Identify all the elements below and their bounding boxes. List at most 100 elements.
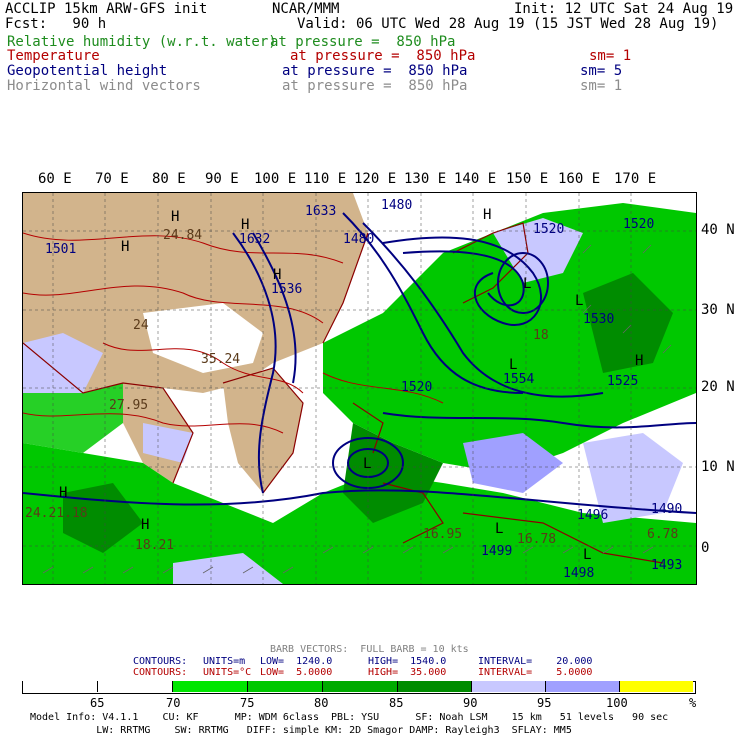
high-pressure-marker: H xyxy=(141,517,149,533)
color-bar-label: 70 xyxy=(166,696,181,710)
height-label: 1536 xyxy=(271,282,302,297)
field-level-geopotential: at pressure = 850 hPa xyxy=(282,63,468,79)
high-pressure-marker: H xyxy=(59,485,67,501)
model-info-line-1: Model Info: V4.1.1 CU: KF MP: WDM 6class… xyxy=(30,712,669,723)
temperature-label: 18 xyxy=(533,328,549,343)
temperature-label: 16.78 xyxy=(517,532,556,547)
lat-label: 10 N xyxy=(701,459,735,475)
lat-label: 40 N xyxy=(701,222,735,238)
low-pressure-marker: L xyxy=(363,456,371,472)
height-label: 1490 xyxy=(651,502,682,517)
contour-high-temperature: HIGH= 35.000 xyxy=(368,667,447,678)
height-label: 1501 xyxy=(45,242,76,257)
contour-low-height: LOW= 1240.0 xyxy=(260,656,333,667)
contour-low-temperature: LOW= 5.0000 xyxy=(260,667,333,678)
color-bar-label: 85 xyxy=(389,696,404,710)
height-label: 1525 xyxy=(607,374,638,389)
barb-vectors-info: BARB VECTORS: FULL BARB = 10 kts xyxy=(270,644,469,655)
color-bar-cell xyxy=(98,681,173,692)
field-name-temperature: Temperature xyxy=(7,48,100,64)
high-pressure-marker: H xyxy=(171,209,179,225)
temperature-label: 6.78 xyxy=(647,527,678,542)
color-bar-cell xyxy=(173,681,248,692)
high-pressure-marker: H xyxy=(635,353,643,369)
color-bar-label: 80 xyxy=(314,696,329,710)
color-bar-cell xyxy=(472,681,546,692)
temperature-label: 24.84 xyxy=(163,228,202,243)
height-label: 1632 xyxy=(239,232,270,247)
height-label: 1498 xyxy=(563,566,594,581)
low-pressure-marker: L xyxy=(509,357,517,373)
low-pressure-marker: L xyxy=(523,276,531,292)
contour-label-temperature: CONTOURS: xyxy=(133,667,188,678)
height-label: 1554 xyxy=(503,372,534,387)
lon-label: 70 E xyxy=(95,171,129,187)
contour-interval-height: INTERVAL= 20.000 xyxy=(478,656,593,667)
lon-label: 160 E xyxy=(558,171,601,187)
lon-label: 90 E xyxy=(205,171,239,187)
field-level-temperature: at pressure = 850 hPa xyxy=(290,48,476,64)
lat-label: 0 xyxy=(701,540,710,556)
height-label: 1499 xyxy=(481,544,512,559)
lat-label: 30 N xyxy=(701,302,735,318)
height-label: 1520 xyxy=(401,380,432,395)
field-smoothing-temperature: sm= 1 xyxy=(589,48,632,64)
valid-time: Valid: 06 UTC Wed 28 Aug 19 (15 JST Wed … xyxy=(297,16,719,32)
contour-units-height: UNITS=m xyxy=(203,656,246,667)
field-name-geopotential: Geopotential height xyxy=(7,63,168,79)
map-canvas: 1633 1480 1632 1501 1480 1536 1520 1520 … xyxy=(23,193,696,584)
high-pressure-marker: H xyxy=(241,217,249,233)
height-label: 1633 xyxy=(305,204,336,219)
temperature-label: 16.95 xyxy=(423,527,462,542)
contour-interval-temperature: INTERVAL= 5.0000 xyxy=(478,667,593,678)
temperature-label: 24.21.18 xyxy=(25,506,88,521)
height-label: 1480 xyxy=(381,198,412,213)
temperature-label: 27.95 xyxy=(109,398,148,413)
contour-high-height: HIGH= 1540.0 xyxy=(368,656,447,667)
height-label: 1520 xyxy=(623,217,654,232)
low-pressure-marker: L xyxy=(583,547,591,563)
field-name-rh: Relative humidity (w.r.t. water) xyxy=(7,34,277,50)
weather-map: 1633 1480 1632 1501 1480 1536 1520 1520 … xyxy=(22,192,697,585)
low-pressure-marker: L xyxy=(575,293,583,309)
height-label: 1496 xyxy=(577,508,608,523)
forecast-hour: Fcst: 90 h xyxy=(5,16,107,32)
color-bar-label: 90 xyxy=(463,696,478,710)
field-level-wind: at pressure = 850 hPa xyxy=(282,78,468,94)
init-time: Init: 12 UTC Sat 24 Aug 19 xyxy=(514,1,734,17)
lon-label: 110 E xyxy=(304,171,347,187)
color-bar-label: 95 xyxy=(537,696,552,710)
contour-units-temperature: UNITS=°C xyxy=(203,667,252,678)
high-pressure-marker: H xyxy=(483,207,491,223)
lon-label: 80 E xyxy=(152,171,186,187)
height-label: 1480 xyxy=(343,232,374,247)
field-level-rh: at pressure = 850 hPa xyxy=(270,34,456,50)
color-bar-cell xyxy=(546,681,620,692)
color-bar-cell xyxy=(23,681,98,692)
lon-label: 140 E xyxy=(454,171,497,187)
color-bar-cell xyxy=(248,681,323,692)
height-label: 1520 xyxy=(533,222,564,237)
lon-label: 120 E xyxy=(354,171,397,187)
high-pressure-marker: H xyxy=(273,267,281,283)
model-info-line-2: LW: RRTMG SW: RRTMG DIFF: simple KM: 2D … xyxy=(30,725,572,736)
height-label: 1530 xyxy=(583,312,614,327)
color-bar-label: 75 xyxy=(240,696,255,710)
color-bar-label: 65 xyxy=(90,696,105,710)
organization-label: NCAR/MMM xyxy=(272,1,340,17)
lon-label: 60 E xyxy=(38,171,72,187)
plot-title: ACCLIP 15km ARW-GFS init xyxy=(5,1,208,17)
high-pressure-marker: H xyxy=(121,239,129,255)
field-smoothing-wind: sm= 1 xyxy=(580,78,623,94)
lon-label: 100 E xyxy=(254,171,297,187)
lon-label: 130 E xyxy=(404,171,447,187)
lat-label: 20 N xyxy=(701,379,735,395)
temperature-label: 35.24 xyxy=(201,352,240,367)
color-bar-label: 100 xyxy=(606,696,628,710)
low-pressure-marker: L xyxy=(495,521,503,537)
contour-label-height: CONTOURS: xyxy=(133,656,188,667)
height-label: 1493 xyxy=(651,558,682,573)
color-bar-cell xyxy=(620,681,693,692)
color-bar-cell xyxy=(323,681,398,692)
field-name-wind: Horizontal wind vectors xyxy=(7,78,201,94)
